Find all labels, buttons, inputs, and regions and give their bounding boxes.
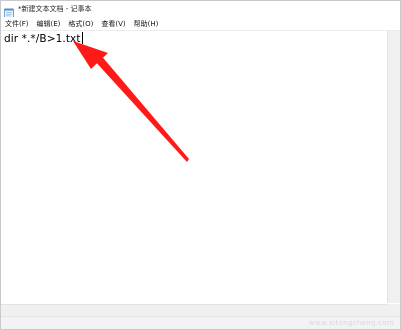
editor-text: dir *.*/B>1.txt <box>4 33 81 45</box>
editor-text-line: dir *.*/B>1.txt <box>4 32 83 45</box>
menu-bar: 文件(F) 编辑(E) 格式(O) 查看(V) 帮助(H) <box>1 17 400 31</box>
notepad-icon <box>4 4 14 19</box>
watermark: www.xitongcheng.com <box>308 319 394 327</box>
text-editor[interactable]: dir *.*/B>1.txt <box>1 31 388 303</box>
window-title: *新建文本文档 - 记事本 <box>18 5 92 13</box>
notepad-window: *新建文本文档 - 记事本 文件(F) 编辑(E) 格式(O) 查看(V) 帮助… <box>0 0 401 330</box>
menu-format[interactable]: 格式(O) <box>64 19 97 29</box>
horizontal-scrollbar[interactable] <box>1 304 388 316</box>
title-bar: *新建文本文档 - 记事本 <box>1 1 400 19</box>
text-caret <box>81 32 83 44</box>
menu-help[interactable]: 帮助(H) <box>130 19 163 29</box>
menu-file[interactable]: 文件(F) <box>1 19 33 29</box>
menu-edit[interactable]: 编辑(E) <box>33 19 65 29</box>
vertical-scrollbar[interactable] <box>387 31 400 303</box>
menu-view[interactable]: 查看(V) <box>97 19 129 29</box>
scrollbar-corner <box>387 304 400 316</box>
